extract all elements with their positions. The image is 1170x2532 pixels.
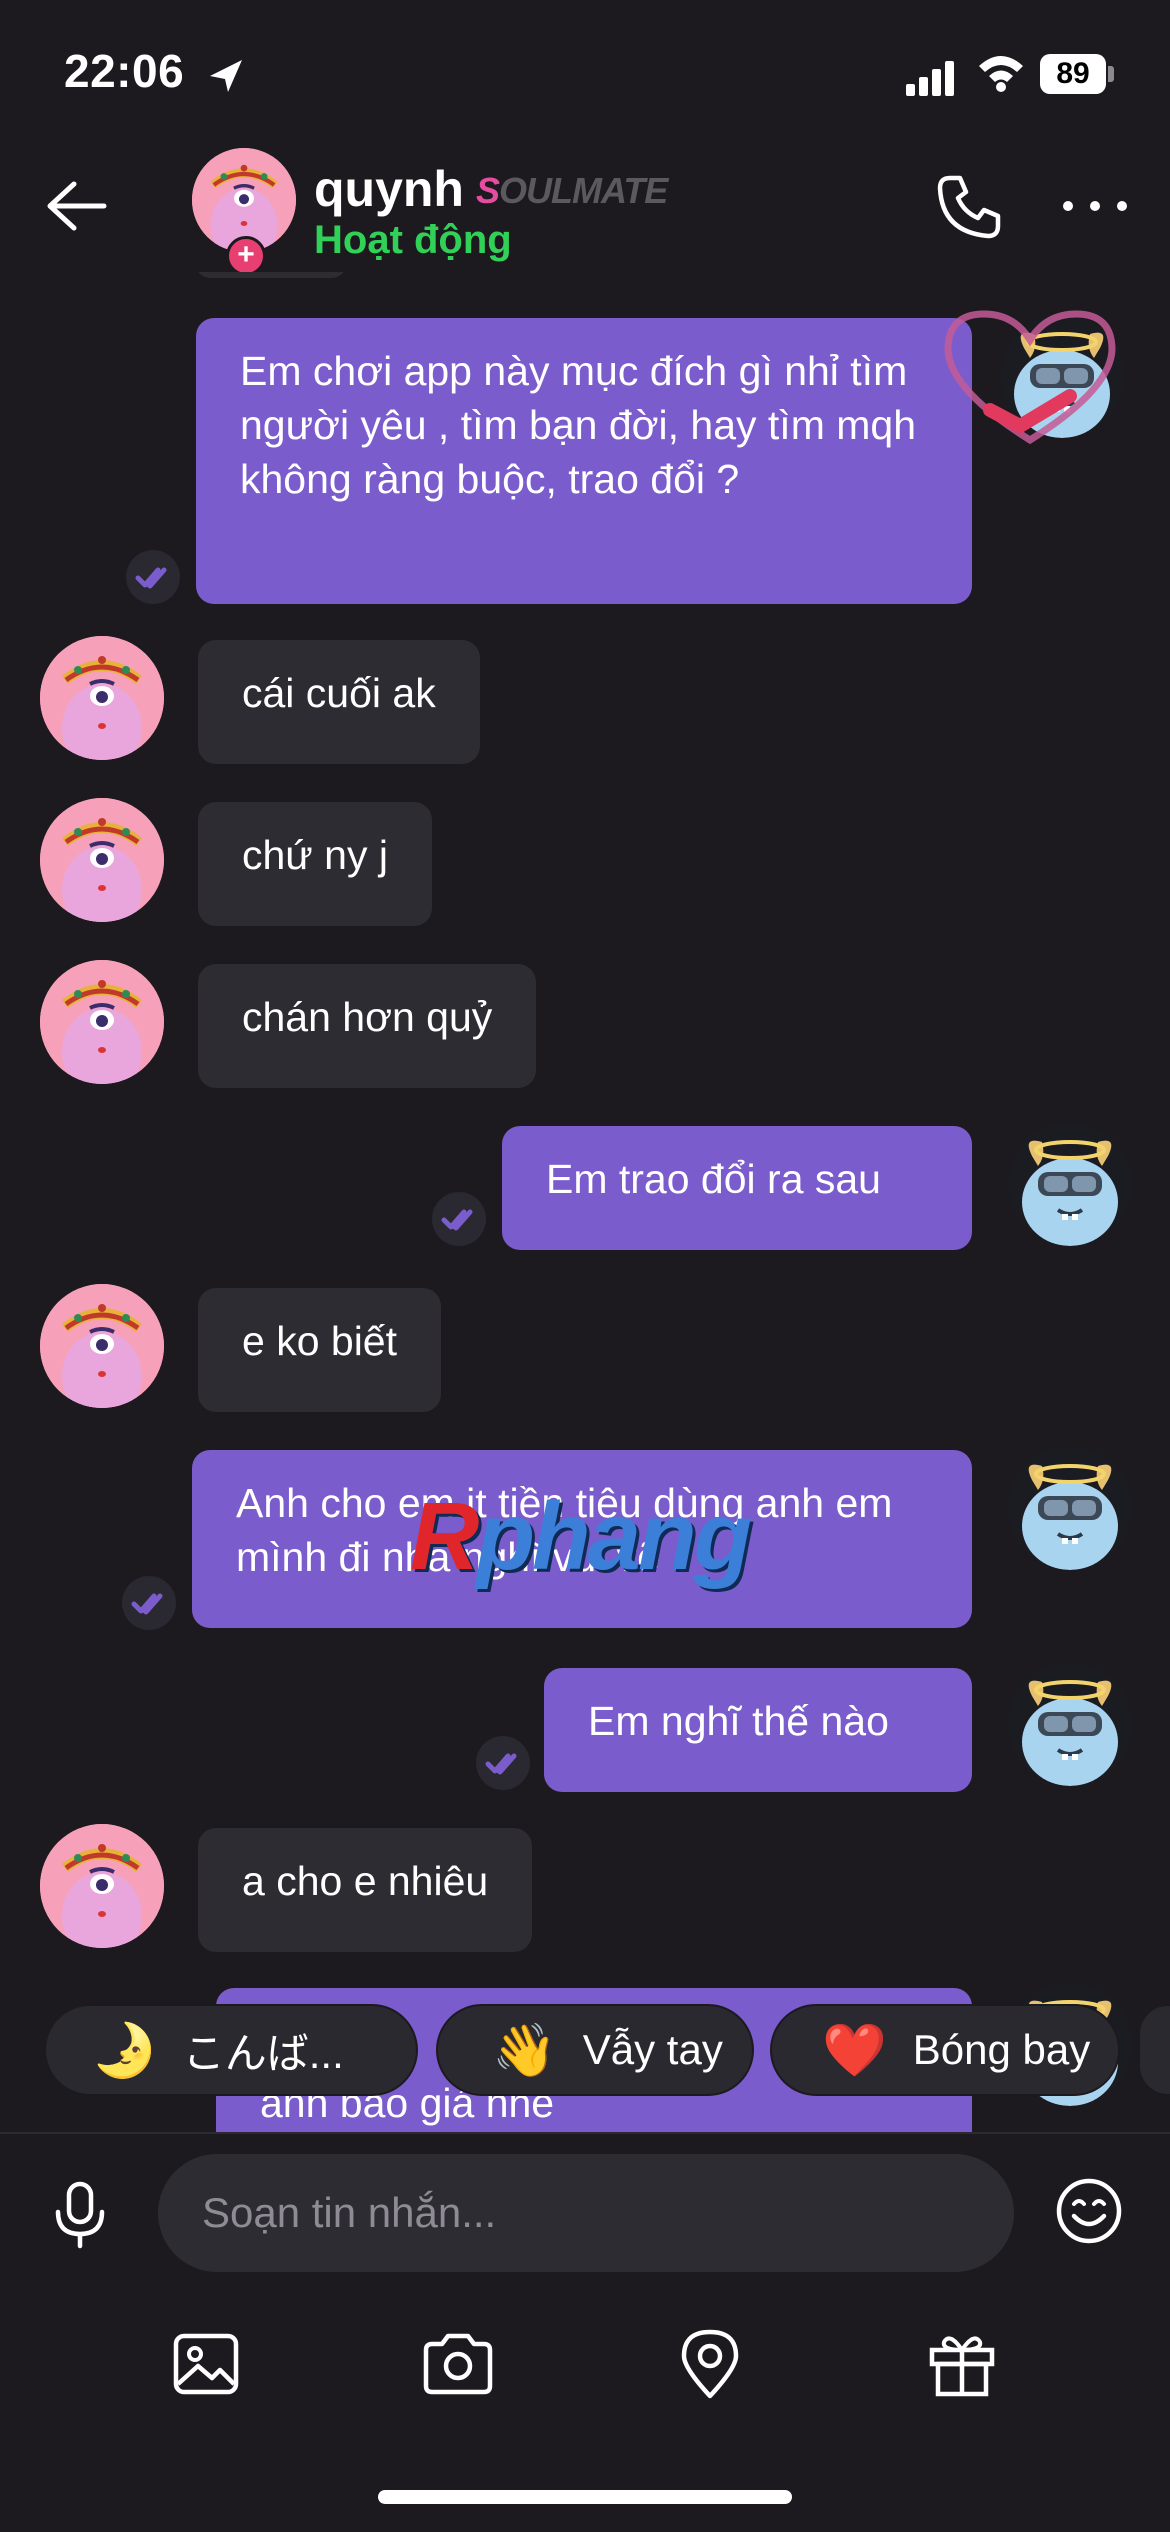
my-avatar[interactable] bbox=[1008, 1662, 1132, 1786]
contact-name[interactable]: quynh bbox=[314, 160, 464, 218]
emoji-icon[interactable] bbox=[1054, 2176, 1124, 2246]
composer-divider bbox=[0, 2132, 1170, 2134]
quick-reaction-label: Bóng bay bbox=[912, 2026, 1091, 2073]
soulmate-badge: SOULMATE bbox=[476, 170, 668, 211]
battery-indicator: 89 bbox=[1040, 54, 1106, 94]
location-pin-icon[interactable] bbox=[672, 2328, 748, 2400]
quick-reaction-chip[interactable]: ❤️ Bóng bay bbox=[770, 2004, 1120, 2096]
camera-icon[interactable] bbox=[420, 2328, 496, 2400]
gift-icon[interactable] bbox=[924, 2328, 1000, 2400]
message-text: Em trao đổi ra sau bbox=[546, 1156, 881, 1202]
wifi-icon bbox=[979, 56, 1023, 92]
incoming-message[interactable]: a cho e nhiêu bbox=[198, 1828, 533, 1952]
add-friend-icon[interactable]: + bbox=[226, 236, 266, 276]
moon-emoji-icon: 🌛 bbox=[92, 2021, 157, 2080]
incoming-message[interactable]: cái cuối ak bbox=[198, 640, 480, 764]
message-text: e ko biết bbox=[242, 1318, 397, 1364]
read-receipt-icon bbox=[122, 1576, 176, 1630]
contact-avatar[interactable] bbox=[40, 1284, 164, 1408]
watermark-logo: Rphang bbox=[410, 1483, 752, 1590]
previous-message-edge bbox=[196, 272, 346, 278]
my-avatar[interactable] bbox=[1008, 1446, 1132, 1570]
wave-emoji-icon: 👋 bbox=[492, 2021, 557, 2080]
contact-avatar[interactable] bbox=[40, 636, 164, 760]
quick-reaction-chip[interactable] bbox=[1138, 2004, 1170, 2096]
battery-nub bbox=[1108, 66, 1114, 82]
message-text: a cho e nhiêu bbox=[242, 1858, 489, 1904]
message-text: Em nghĩ thế nào bbox=[588, 1698, 889, 1744]
contact-avatar[interactable] bbox=[40, 798, 164, 922]
phone-icon[interactable] bbox=[934, 172, 1004, 242]
quick-reaction-chip[interactable]: 🌛 こんば... bbox=[44, 2004, 418, 2096]
quick-reaction-label: こんば... bbox=[182, 2029, 344, 2077]
outgoing-message[interactable]: Em nghĩ thế nào bbox=[544, 1668, 972, 1792]
contact-avatar[interactable] bbox=[40, 1824, 164, 1948]
read-receipt-icon bbox=[476, 1736, 530, 1790]
my-avatar[interactable] bbox=[1008, 1122, 1132, 1246]
incoming-message[interactable]: chán hơn quỷ bbox=[198, 964, 537, 1088]
contact-avatar[interactable] bbox=[40, 960, 164, 1084]
location-arrow-icon bbox=[210, 60, 242, 92]
quick-reaction-chip[interactable]: 👋 Vẫy tay bbox=[436, 2004, 754, 2096]
read-receipt-icon bbox=[126, 550, 180, 604]
quick-reaction-label: Vẫy tay bbox=[582, 2026, 723, 2073]
status-time: 22:06 bbox=[64, 45, 185, 97]
outgoing-message[interactable]: Em trao đổi ra sau bbox=[502, 1126, 972, 1250]
heart-frame-icon bbox=[944, 310, 1116, 445]
read-receipt-icon bbox=[432, 1192, 486, 1246]
message-input[interactable] bbox=[158, 2154, 1014, 2272]
message-text: chán hơn quỷ bbox=[242, 994, 493, 1040]
outgoing-message[interactable]: Em chơi app này mục đích gì nhỉ tìm ngườ… bbox=[196, 318, 972, 604]
microphone-icon[interactable] bbox=[50, 2180, 110, 2250]
message-text: Em chơi app này mục đích gì nhỉ tìm ngườ… bbox=[240, 348, 916, 502]
message-text: cái cuối ak bbox=[242, 670, 436, 716]
incoming-message[interactable]: e ko biết bbox=[198, 1288, 441, 1412]
more-dots-icon[interactable] bbox=[1060, 196, 1130, 216]
heart-emoji-icon: ❤️ bbox=[822, 2021, 887, 2080]
message-list[interactable]: Em chơi app này mục đích gì nhỉ tìm ngườ… bbox=[0, 272, 1170, 2132]
back-arrow-icon[interactable] bbox=[40, 176, 110, 236]
image-icon[interactable] bbox=[168, 2328, 244, 2400]
incoming-message[interactable]: chứ ny j bbox=[198, 802, 432, 926]
contact-status: Hoạt động bbox=[314, 218, 512, 262]
signal-icon bbox=[906, 61, 954, 96]
home-indicator bbox=[378, 2490, 792, 2504]
message-text: chứ ny j bbox=[242, 832, 388, 878]
